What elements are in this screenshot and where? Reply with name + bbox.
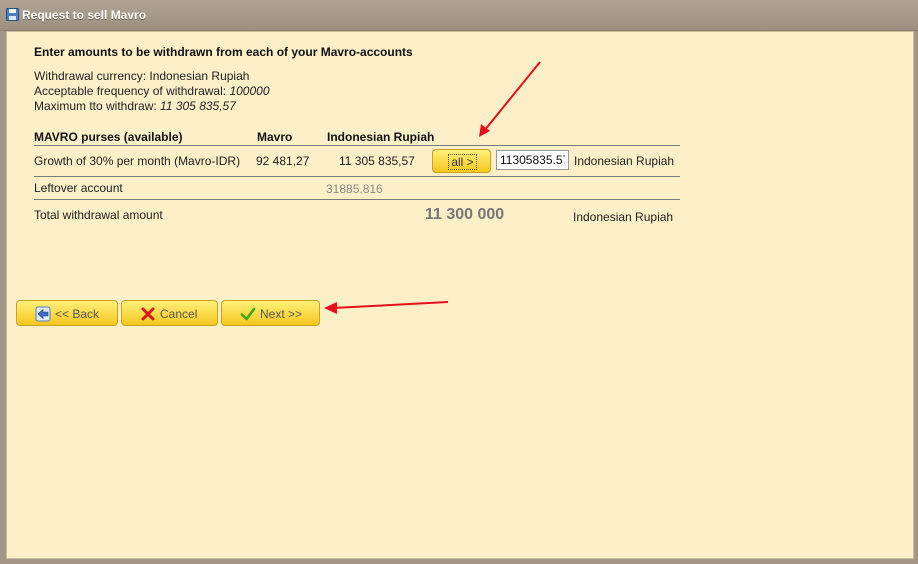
annotation-arrow-icon: [324, 301, 449, 314]
dialog-window: Request to sell Mavro Enter amounts to b…: [0, 0, 918, 564]
annotation-arrow-icon: [479, 61, 541, 137]
annotation-arrows: [324, 61, 541, 314]
